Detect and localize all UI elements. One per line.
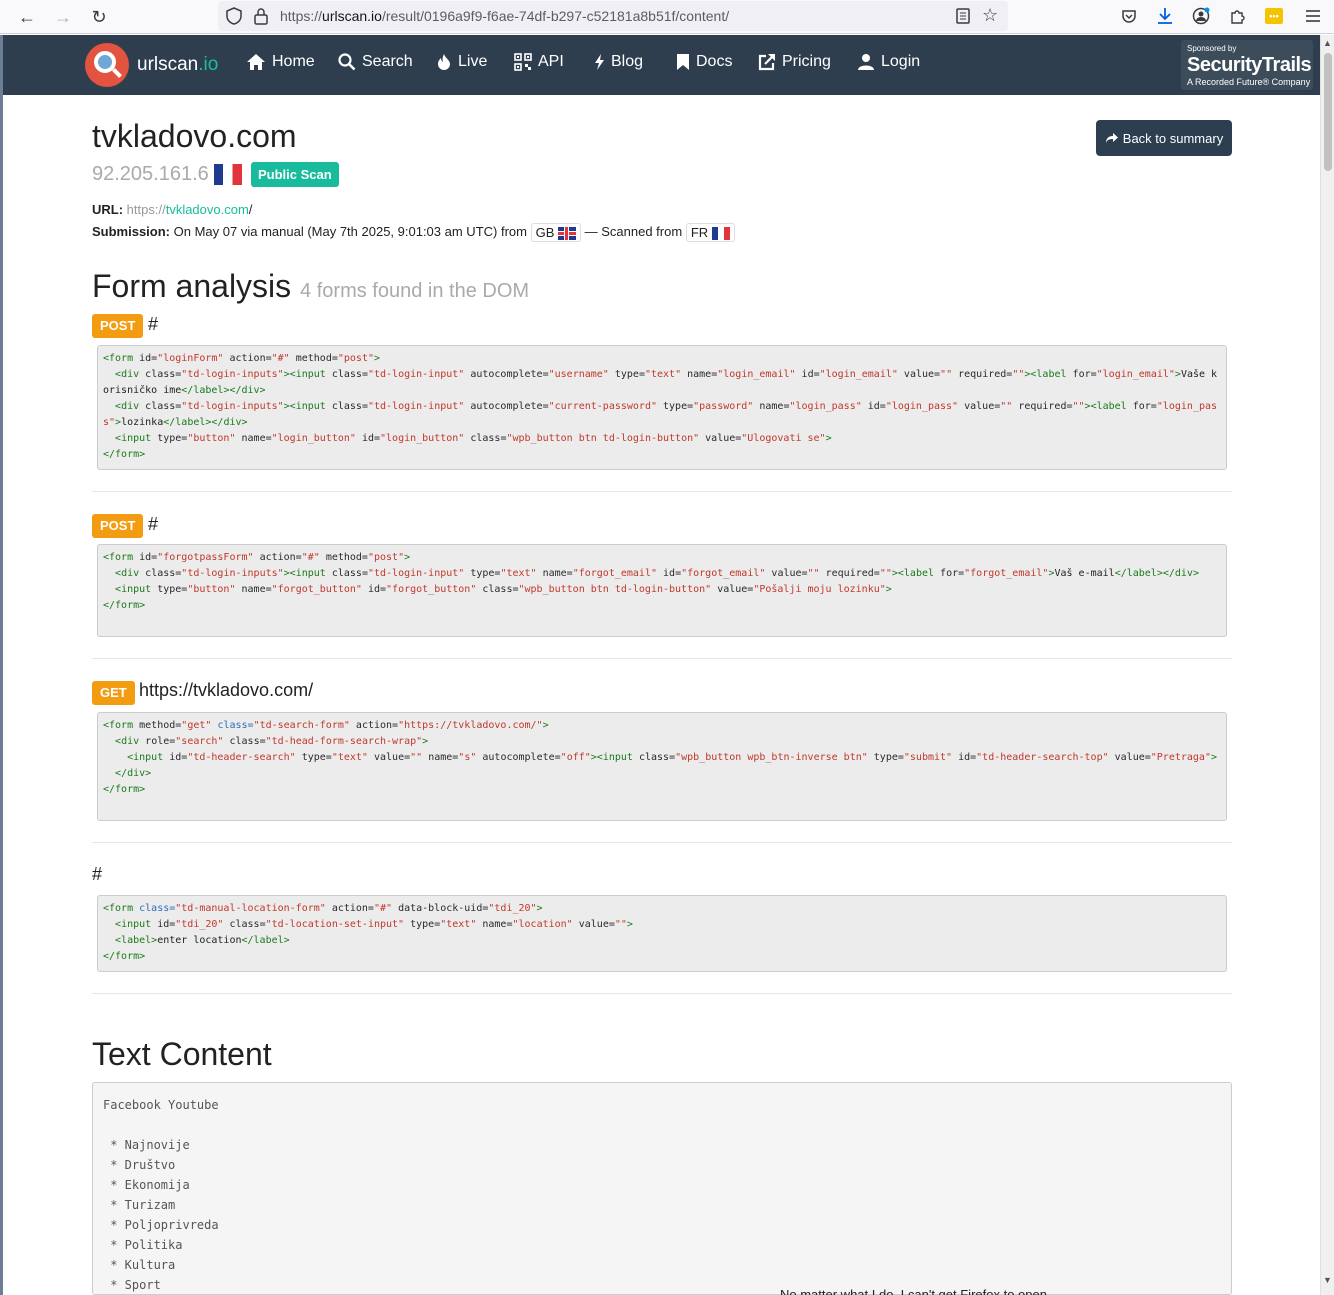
scanned-url-link[interactable]: https://tvkladovo.com/	[127, 202, 253, 217]
nav-pricing[interactable]: Pricing	[758, 53, 831, 71]
scroll-up-icon[interactable]: ▲	[1323, 38, 1332, 48]
form-count: 4 forms found in the DOM	[300, 280, 530, 302]
bolt-icon	[595, 54, 604, 70]
section-divider	[92, 658, 1232, 659]
text-content-box: Facebook Youtube * Najnovije * Društvo *…	[92, 1082, 1232, 1295]
external-link-icon	[758, 54, 775, 71]
sponsor-name: SecurityTrails	[1187, 54, 1312, 76]
window-edge	[0, 35, 3, 1295]
form-action: https://tvkladovo.com/	[139, 680, 314, 700]
password-manager-icon[interactable]: •••	[1263, 5, 1285, 27]
section-divider	[92, 993, 1232, 994]
nav-login[interactable]: Login	[857, 53, 920, 71]
form-action: #	[92, 864, 103, 884]
scroll-down-icon[interactable]: ▼	[1323, 1275, 1332, 1285]
nav-pricing-label: Pricing	[782, 53, 831, 70]
back-to-summary-label: Back to summary	[1122, 130, 1224, 146]
urlscan-logo-icon[interactable]	[85, 43, 129, 87]
text-content-heading: Text Content	[92, 1036, 272, 1072]
sponsor-caption: Sponsored by	[1187, 44, 1237, 53]
page-scrollbar[interactable]: ▲ ▼	[1320, 35, 1334, 1295]
qrcode-icon	[514, 53, 532, 71]
form-analysis-heading: Form analysis 4 forms found in the DOM	[92, 268, 530, 304]
fire-icon	[438, 54, 450, 70]
scan-url-row: URL: https://tvkladovo.com/	[92, 202, 252, 217]
bookmark-icon	[677, 54, 689, 70]
france-flag-icon	[214, 164, 243, 186]
forward-arrow-icon[interactable]: →	[50, 4, 76, 30]
sponsor-tagline: A Recorded Future® Company	[1187, 77, 1311, 87]
account-icon[interactable]	[1190, 5, 1212, 27]
form-source-code: <form method="get" class="td-search-form…	[97, 712, 1227, 821]
back-to-summary-button[interactable]: Back to summary	[1096, 120, 1232, 156]
submitter-country: GB	[530, 223, 582, 242]
nav-docs-label: Docs	[696, 53, 733, 70]
share-icon	[1105, 133, 1118, 143]
scrollbar-thumb[interactable]	[1324, 53, 1332, 171]
nav-api-label: API	[538, 53, 564, 70]
section-divider	[92, 842, 1232, 843]
submission-row: Submission: On May 07 via manual (May 7t…	[92, 223, 735, 242]
nav-search-label: Search	[362, 53, 413, 70]
form-method-badge: POST	[92, 314, 144, 338]
france-flag-icon	[711, 227, 730, 241]
nav-login-label: Login	[881, 53, 921, 70]
section-divider	[92, 491, 1232, 492]
brand-name[interactable]: urlscan.io	[137, 54, 218, 76]
download-icon[interactable]	[1154, 5, 1176, 27]
nav-live-label: Live	[458, 53, 488, 70]
uk-flag-icon	[558, 227, 577, 241]
user-icon	[858, 54, 874, 70]
nav-home-label: Home	[272, 53, 315, 70]
url-text[interactable]: https://urlscan.io/result/0196a9f9-f6ae-…	[280, 8, 729, 24]
nav-home[interactable]: Home	[246, 53, 315, 71]
ip-text: 92.205.161.6	[92, 163, 209, 185]
site-navbar: urlscan.io Home Search Live API Blog Doc…	[3, 35, 1320, 95]
url-label: URL:	[92, 202, 124, 217]
nav-search[interactable]: Search	[338, 53, 413, 71]
form-source-code: <form id="forgotpassForm" action="#" met…	[97, 544, 1227, 637]
form-method-badge: GET	[92, 681, 135, 705]
scanner-country: FR	[685, 223, 735, 242]
public-scan-badge: Public Scan	[251, 162, 339, 187]
form-source-code: <form id="loginForm" action="#" method="…	[97, 345, 1227, 470]
nav-blog-label: Blog	[611, 53, 644, 70]
nav-api[interactable]: API	[514, 53, 564, 71]
nav-live[interactable]: Live	[436, 53, 487, 71]
submission-text: On May 07 via manual (May 7th 2025, 9:01…	[173, 223, 527, 239]
extensions-icon[interactable]	[1226, 5, 1248, 27]
overlay-text: No matter what I do, I can't get Firefox…	[780, 1287, 1047, 1295]
form-action: #	[148, 314, 159, 334]
nav-blog[interactable]: Blog	[593, 53, 643, 71]
scanned-from-text: — Scanned from	[584, 223, 683, 239]
home-icon	[247, 54, 265, 70]
submission-label: Submission:	[92, 223, 171, 239]
pocket-icon[interactable]	[1118, 5, 1140, 27]
reader-view-icon[interactable]	[956, 7, 970, 25]
address-bar[interactable]: https://urlscan.io/result/0196a9f9-f6ae-…	[218, 1, 1008, 31]
nav-docs[interactable]: Docs	[676, 53, 732, 71]
bookmark-star-icon[interactable]: ☆	[982, 5, 998, 26]
shield-icon[interactable]	[226, 7, 242, 25]
search-icon	[338, 53, 356, 71]
menu-hamburger-icon[interactable]	[1302, 5, 1324, 27]
form-method-badge: POST	[92, 514, 144, 538]
ip-address: 92.205.161.6	[92, 163, 243, 186]
reload-icon[interactable]: ↻	[86, 4, 112, 30]
page-title: tvkladovo.com	[92, 118, 297, 154]
form-action: #	[148, 514, 159, 534]
lock-icon[interactable]	[254, 7, 268, 25]
back-arrow-icon[interactable]: ←	[14, 4, 40, 30]
sponsor-banner[interactable]: Sponsored by SecurityTrails A Recorded F…	[1181, 40, 1313, 90]
browser-toolbar: ← → ↻ https://urlscan.io/result/0196a9f9…	[0, 0, 1334, 34]
form-source-code: <form class="td-manual-location-form" ac…	[97, 895, 1227, 972]
